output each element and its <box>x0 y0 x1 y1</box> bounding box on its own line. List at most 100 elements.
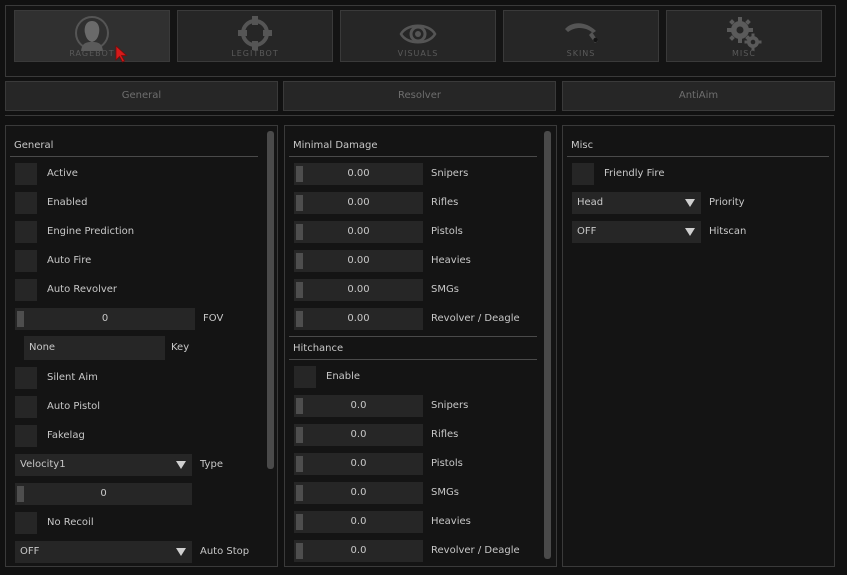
tab-label: RAGEBOT <box>69 49 115 58</box>
tab-label: MISC <box>732 49 756 58</box>
mindmg-smgs-slider[interactable]: 0.00 <box>294 279 423 301</box>
divider <box>289 359 537 360</box>
hitchance-smgs-slider[interactable]: 0.0 <box>294 482 423 504</box>
fov-slider[interactable]: 0 <box>15 308 195 330</box>
checkbox-label: Engine Prediction <box>47 226 135 237</box>
dropdown-arrow-icon <box>685 228 695 236</box>
auto-pistol-checkbox[interactable] <box>15 396 37 418</box>
slider-label: Heavies <box>431 516 471 527</box>
knife-icon <box>565 23 598 43</box>
key-bind-button[interactable]: None <box>24 336 165 360</box>
slider-value: 0.0 <box>350 516 367 527</box>
mindmg-snipers-slider[interactable]: 0.00 <box>294 163 423 185</box>
enabled-checkbox[interactable] <box>15 192 37 214</box>
subtab-general[interactable]: General <box>5 81 278 111</box>
hitscan-dropdown[interactable]: OFF <box>572 221 701 243</box>
mindmg-pistols-slider[interactable]: 0.00 <box>294 221 423 243</box>
slider-value: 0.00 <box>347 168 370 179</box>
general-panel: General Active Enabled Engine Prediction… <box>5 125 278 567</box>
auto-stop-dropdown[interactable]: OFF <box>15 541 192 563</box>
dropdown-arrow-icon <box>685 199 695 207</box>
panel-title: Minimal Damage <box>293 140 378 151</box>
type-label: Type <box>200 459 223 470</box>
scrollbar[interactable] <box>544 131 551 559</box>
slider-value: 0.00 <box>347 226 370 237</box>
divider <box>567 156 829 157</box>
auto-revolver-checkbox[interactable] <box>15 279 37 301</box>
active-checkbox[interactable] <box>15 163 37 185</box>
tab-legitbot[interactable]: LEGITBOT <box>177 10 333 62</box>
slider-label: Rifles <box>431 197 459 208</box>
tab-label: LEGITBOT <box>231 49 279 58</box>
dropdown-value: Head <box>577 197 604 208</box>
slider-value: 0.0 <box>350 429 367 440</box>
key-label: Key <box>171 342 190 353</box>
mindmg-rifles-slider[interactable]: 0.00 <box>294 192 423 214</box>
mindmg-revolver-slider[interactable]: 0.00 <box>294 308 423 330</box>
hitchance-enable-checkbox[interactable] <box>294 366 316 388</box>
fov-label: FOV <box>203 313 224 324</box>
slider-label: Revolver / Deagle <box>431 313 520 324</box>
subtab-resolver[interactable]: Resolver <box>283 81 556 111</box>
hitchance-heavies-slider[interactable]: 0.0 <box>294 511 423 533</box>
fakelag-amount-slider[interactable]: 0 <box>15 483 192 505</box>
slider-label: Snipers <box>431 400 469 411</box>
auto-fire-checkbox[interactable] <box>15 250 37 272</box>
subtab-antiaim[interactable]: AntiAim <box>562 81 835 111</box>
hitchance-revolver-slider[interactable]: 0.0 <box>294 540 423 562</box>
slider-value: 0 <box>101 313 109 324</box>
friendly-fire-checkbox[interactable] <box>572 163 594 185</box>
priority-dropdown[interactable]: Head <box>572 192 701 214</box>
checkbox-label: Active <box>47 168 78 179</box>
panel-title: Hitchance <box>293 343 344 354</box>
tab-label: VISUALS <box>397 49 439 58</box>
divider <box>289 336 537 337</box>
slider-label: Rifles <box>431 429 459 440</box>
slider-value: 0.0 <box>350 458 367 469</box>
tab-ragebot[interactable]: RAGEBOT <box>14 10 170 63</box>
tab-skins[interactable]: SKINS <box>503 10 659 62</box>
divider <box>5 115 834 116</box>
checkbox-label: Enable <box>326 371 361 382</box>
type-dropdown[interactable]: Velocity1 <box>15 454 192 476</box>
dropdown-value: OFF <box>577 226 597 237</box>
slider-label: SMGs <box>431 284 459 295</box>
hitchance-pistols-slider[interactable]: 0.0 <box>294 453 423 475</box>
auto-stop-label: Auto Stop <box>200 546 250 557</box>
ragebot-icon <box>75 16 109 51</box>
dropdown-arrow-icon <box>176 548 186 556</box>
scrollbar[interactable] <box>267 131 274 469</box>
slider-value: 0.0 <box>350 487 367 498</box>
crosshair-icon <box>238 16 272 50</box>
mouse-cursor-icon <box>115 45 128 63</box>
damage-hitchance-panel: Minimal Damage 0.00 Snipers 0.00 Rifles … <box>284 125 557 567</box>
silent-aim-checkbox[interactable] <box>15 367 37 389</box>
panel-title: Misc <box>571 140 594 151</box>
slider-label: Heavies <box>431 255 471 266</box>
engine-prediction-checkbox[interactable] <box>15 221 37 243</box>
hitchance-snipers-slider[interactable]: 0.0 <box>294 395 423 417</box>
tab-misc[interactable]: MISC <box>666 10 822 62</box>
tab-visuals[interactable]: VISUALS <box>340 10 496 62</box>
hitchance-rifles-slider[interactable]: 0.0 <box>294 424 423 446</box>
slider-value: 0.0 <box>350 400 367 411</box>
hitscan-label: Hitscan <box>709 226 747 237</box>
eye-icon <box>399 24 437 44</box>
dropdown-value: Velocity1 <box>20 459 66 470</box>
slider-label: Snipers <box>431 168 469 179</box>
fakelag-checkbox[interactable] <box>15 425 37 447</box>
divider <box>10 156 258 157</box>
slider-value: 0.00 <box>347 313 370 324</box>
checkbox-label: Auto Revolver <box>47 284 118 295</box>
no-recoil-checkbox[interactable] <box>15 512 37 534</box>
checkbox-label: Auto Pistol <box>47 401 101 412</box>
checkbox-label: Enabled <box>47 197 88 208</box>
slider-value: 0.0 <box>350 545 367 556</box>
slider-value: 0.00 <box>347 197 370 208</box>
mindmg-heavies-slider[interactable]: 0.00 <box>294 250 423 272</box>
checkbox-label: Auto Fire <box>47 255 92 266</box>
slider-label: Revolver / Deagle <box>431 545 520 556</box>
dropdown-value: OFF <box>20 546 40 557</box>
priority-label: Priority <box>709 197 745 208</box>
slider-value: 0 <box>100 488 107 499</box>
